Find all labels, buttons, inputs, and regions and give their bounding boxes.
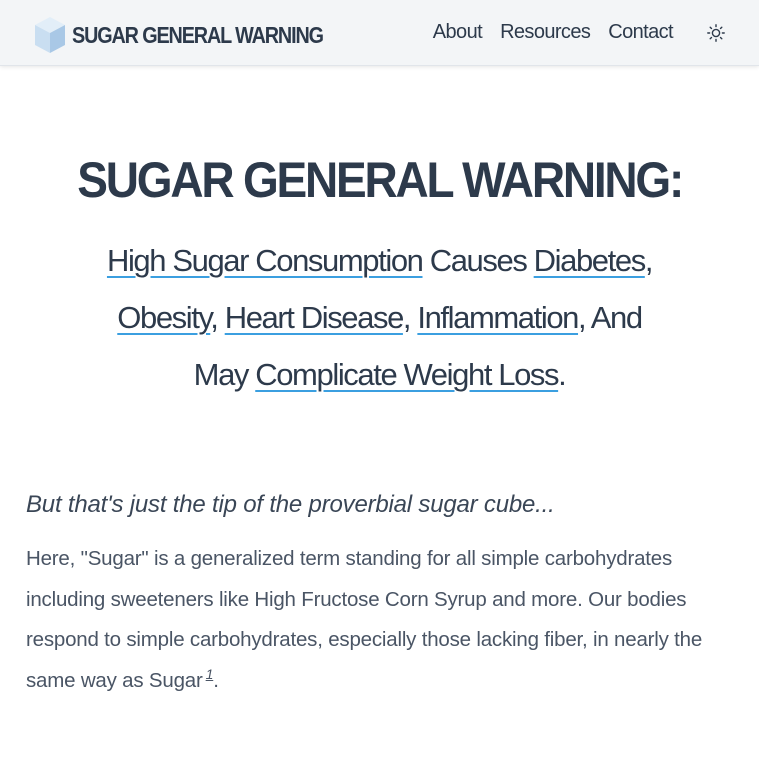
intro-section: But that's just the tip of the proverbia…	[26, 485, 741, 701]
link-high-sugar-consumption[interactable]: High Sugar Consumption	[107, 243, 424, 278]
brand-title: SUGAR GENERAL WARNING	[72, 21, 324, 48]
sun-icon[interactable]	[706, 23, 726, 43]
link-inflammation[interactable]: Inflammation	[417, 300, 579, 335]
link-obesity[interactable]: Obesity	[117, 300, 211, 335]
nav-about[interactable]: About	[433, 19, 483, 45]
hero-subtitle: High Sugar Consumption Causes Diabetes, …	[100, 232, 660, 403]
nav-contact[interactable]: Contact	[608, 19, 673, 45]
page-title: SUGAR GENERAL WARNING:	[77, 152, 684, 208]
link-diabetes[interactable]: Diabetes	[534, 243, 647, 278]
subtitle-period: .	[558, 357, 567, 392]
sugar-cube-icon	[35, 17, 65, 53]
link-complicate-weight-loss[interactable]: Complicate Weight Loss	[255, 357, 559, 392]
subtitle-separator: ,	[644, 243, 654, 278]
hero-section: SUGAR GENERAL WARNING: High Sugar Consum…	[0, 140, 759, 403]
subtitle-separator: ,	[210, 300, 225, 335]
nav-links: About Resources Contact	[433, 19, 674, 45]
brand-link[interactable]: SUGAR GENERAL WARNING	[33, 15, 364, 55]
nav-resources[interactable]: Resources	[500, 19, 591, 45]
intro-text: Here, "Sugar" is a generalized term stan…	[26, 547, 703, 692]
navbar: SUGAR GENERAL WARNING About Resources Co…	[0, 0, 759, 66]
subtitle-text: Causes	[422, 243, 534, 278]
link-heart-disease[interactable]: Heart Disease	[225, 300, 405, 335]
intro-paragraph: Here, "Sugar" is a generalized term stan…	[26, 539, 741, 701]
intro-period: .	[213, 668, 219, 692]
subtitle-separator: ,	[402, 300, 418, 335]
tagline: But that's just the tip of the proverbia…	[26, 491, 555, 518]
